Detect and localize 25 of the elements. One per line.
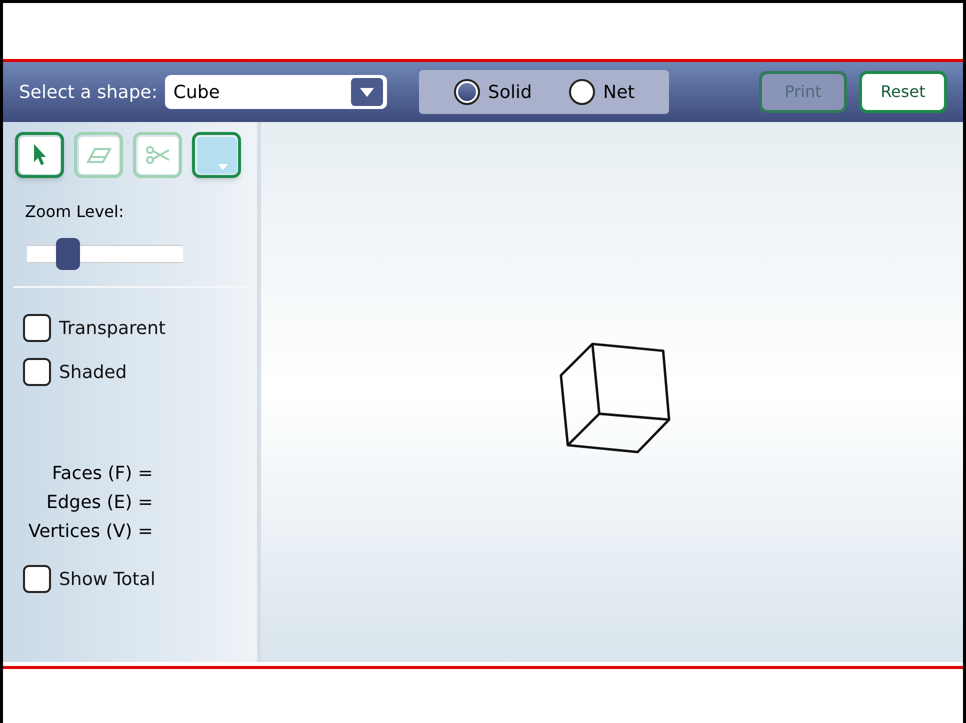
option-label: Transparent bbox=[59, 316, 166, 340]
shape-label: Select a shape: bbox=[19, 80, 158, 104]
count-label: Edges (E) = bbox=[46, 491, 153, 515]
option-label: Shaded bbox=[59, 360, 127, 384]
count-label: Vertices (V) = bbox=[28, 520, 153, 544]
caret-icon bbox=[218, 164, 228, 170]
radio-label: Net bbox=[603, 80, 635, 104]
radio-button[interactable] bbox=[569, 79, 596, 105]
shape-dropdown[interactable]: Cube bbox=[165, 75, 388, 109]
checkbox[interactable] bbox=[23, 565, 51, 593]
reset-button[interactable]: Reset bbox=[859, 71, 947, 113]
caret-icon bbox=[360, 88, 374, 96]
slider-thumb[interactable] bbox=[56, 238, 80, 270]
radio-button[interactable] bbox=[454, 79, 480, 105]
scissors-icon bbox=[144, 146, 170, 164]
checkbox[interactable] bbox=[23, 314, 51, 342]
pointer-tool-button[interactable] bbox=[15, 132, 64, 178]
eraser-icon bbox=[86, 146, 112, 164]
radio-label: Solid bbox=[488, 80, 532, 104]
zoom-level-label: Zoom Level: bbox=[24, 201, 125, 223]
show-total-label: Show Total bbox=[59, 568, 156, 592]
checkbox[interactable] bbox=[23, 358, 51, 386]
pointer-icon bbox=[32, 143, 48, 167]
count-label: Faces (F) = bbox=[52, 462, 153, 486]
color-picker-button[interactable] bbox=[192, 132, 241, 178]
